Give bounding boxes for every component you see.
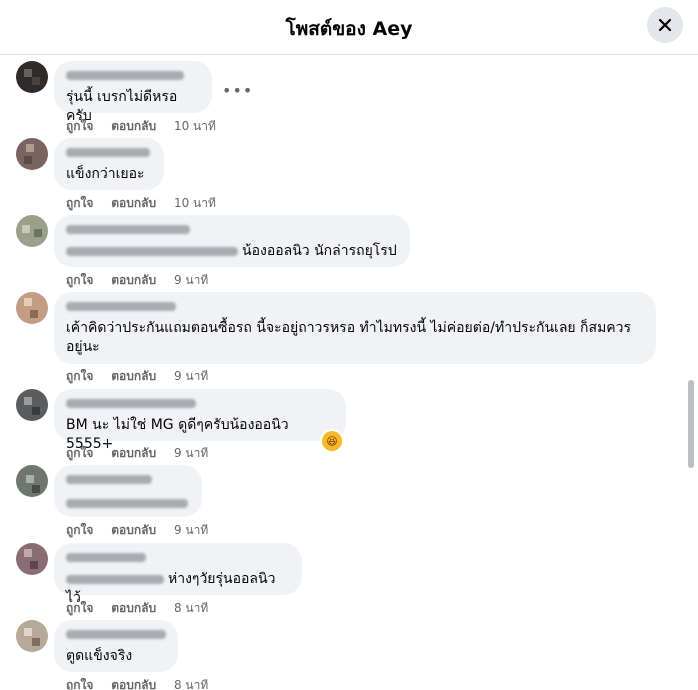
reply-button[interactable]: ตอบกลับ: [111, 273, 156, 287]
comment-bubble: BM นะ ไม่ใช่ MG ดูดีๆครับน้องออนิว 5555+: [54, 389, 346, 452]
like-button[interactable]: ถูกใจ: [66, 273, 93, 287]
comment-actions: ถูกใจ ตอบกลับ 10 นาที: [66, 117, 230, 136]
comment-bubble: ห่างๆวัยรุ่นออลนิวไว้: [54, 543, 302, 606]
tagged-name[interactable]: [66, 246, 238, 256]
avatar[interactable]: [16, 138, 48, 170]
like-button[interactable]: ถูกใจ: [66, 601, 93, 615]
comment-text-hidden: [66, 499, 188, 508]
like-button[interactable]: ถูกใจ: [66, 446, 93, 460]
reply-button[interactable]: ตอบกลับ: [111, 369, 156, 383]
comment-time[interactable]: 10 นาที: [174, 196, 216, 210]
avatar[interactable]: [16, 292, 48, 324]
comment-text: แข็งกว่าเยอะ: [66, 166, 145, 182]
comment-bubble: [54, 465, 202, 517]
comment-time[interactable]: 9 นาที: [174, 273, 208, 287]
scrollbar-thumb[interactable]: [688, 380, 694, 468]
close-button[interactable]: [647, 7, 683, 43]
like-button[interactable]: ถูกใจ: [66, 119, 93, 133]
commenter-name[interactable]: [66, 225, 190, 234]
tagged-name[interactable]: [66, 574, 164, 584]
dialog-header: โพสต์ของ Aey: [0, 0, 698, 55]
comment-time[interactable]: 8 นาที: [174, 678, 208, 690]
comment-actions: ถูกใจ ตอบกลับ 8 นาที: [66, 599, 222, 618]
comment-actions: ถูกใจ ตอบกลับ 8 นาที: [66, 676, 222, 690]
like-button[interactable]: ถูกใจ: [66, 523, 93, 537]
comment-actions: ถูกใจ ตอบกลับ 9 นาที: [66, 367, 222, 386]
reply-button[interactable]: ตอบกลับ: [111, 196, 156, 210]
comment-time[interactable]: 9 นาที: [174, 523, 208, 537]
comments-list[interactable]: รุ่นนี้ เบรกไม่ดีหรอครับ ••• ถูกใจ ตอบกล…: [0, 55, 698, 690]
avatar[interactable]: [16, 61, 48, 93]
comment-time[interactable]: 10 นาที: [174, 119, 216, 133]
commenter-name[interactable]: [66, 553, 146, 562]
reply-button[interactable]: ตอบกลับ: [111, 678, 156, 690]
laughing-emoji-icon: 😆: [322, 431, 342, 451]
more-options-icon[interactable]: •••: [222, 81, 253, 100]
commenter-name[interactable]: [66, 148, 150, 157]
comment-text: เค้าคิดว่าประกันแถมตอนซื้อรถ นี้จะอยู่ถา…: [66, 320, 632, 355]
like-button[interactable]: ถูกใจ: [66, 678, 93, 690]
commenter-name[interactable]: [66, 630, 166, 639]
comment-text: น้องออลนิว นักล่ารถยุโรป: [242, 243, 397, 259]
avatar[interactable]: [16, 465, 48, 497]
scrollbar[interactable]: [686, 55, 696, 690]
comment-actions: ถูกใจ ตอบกลับ 10 นาที: [66, 194, 230, 213]
avatar[interactable]: [16, 543, 48, 575]
like-button[interactable]: ถูกใจ: [66, 369, 93, 383]
comment-bubble: รุ่นนี้ เบรกไม่ดีหรอครับ: [54, 61, 212, 124]
comment-bubble: แข็งกว่าเยอะ: [54, 138, 164, 190]
comment-actions: ถูกใจ ตอบกลับ 9 นาที: [66, 271, 222, 290]
reply-button[interactable]: ตอบกลับ: [111, 601, 156, 615]
dialog-title: โพสต์ของ Aey: [285, 18, 413, 40]
like-button[interactable]: ถูกใจ: [66, 196, 93, 210]
avatar[interactable]: [16, 389, 48, 421]
close-icon: [658, 18, 672, 32]
comment-time[interactable]: 9 นาที: [174, 369, 208, 383]
comment-time[interactable]: 9 นาที: [174, 446, 208, 460]
commenter-name[interactable]: [66, 71, 184, 80]
comment-body: น้องออลนิว นักล่ารถยุโรป: [66, 242, 398, 261]
comment-bubble: เค้าคิดว่าประกันแถมตอนซื้อรถ นี้จะอยู่ถา…: [54, 292, 656, 364]
commenter-name[interactable]: [66, 399, 196, 408]
avatar[interactable]: [16, 215, 48, 247]
avatar[interactable]: [16, 620, 48, 652]
comment-actions: ถูกใจ ตอบกลับ 9 นาที: [66, 444, 222, 463]
reply-button[interactable]: ตอบกลับ: [111, 119, 156, 133]
comment-actions: ถูกใจ ตอบกลับ 9 นาที: [66, 521, 222, 540]
commenter-name[interactable]: [66, 302, 176, 311]
comment-text: ตูดแข็งจริง: [66, 648, 133, 664]
comment-bubble: น้องออลนิว นักล่ารถยุโรป: [54, 215, 410, 267]
comment-bubble: ตูดแข็งจริง: [54, 620, 178, 672]
comment-time[interactable]: 8 นาที: [174, 601, 208, 615]
reply-button[interactable]: ตอบกลับ: [111, 523, 156, 537]
commenter-name[interactable]: [66, 475, 152, 484]
reply-button[interactable]: ตอบกลับ: [111, 446, 156, 460]
